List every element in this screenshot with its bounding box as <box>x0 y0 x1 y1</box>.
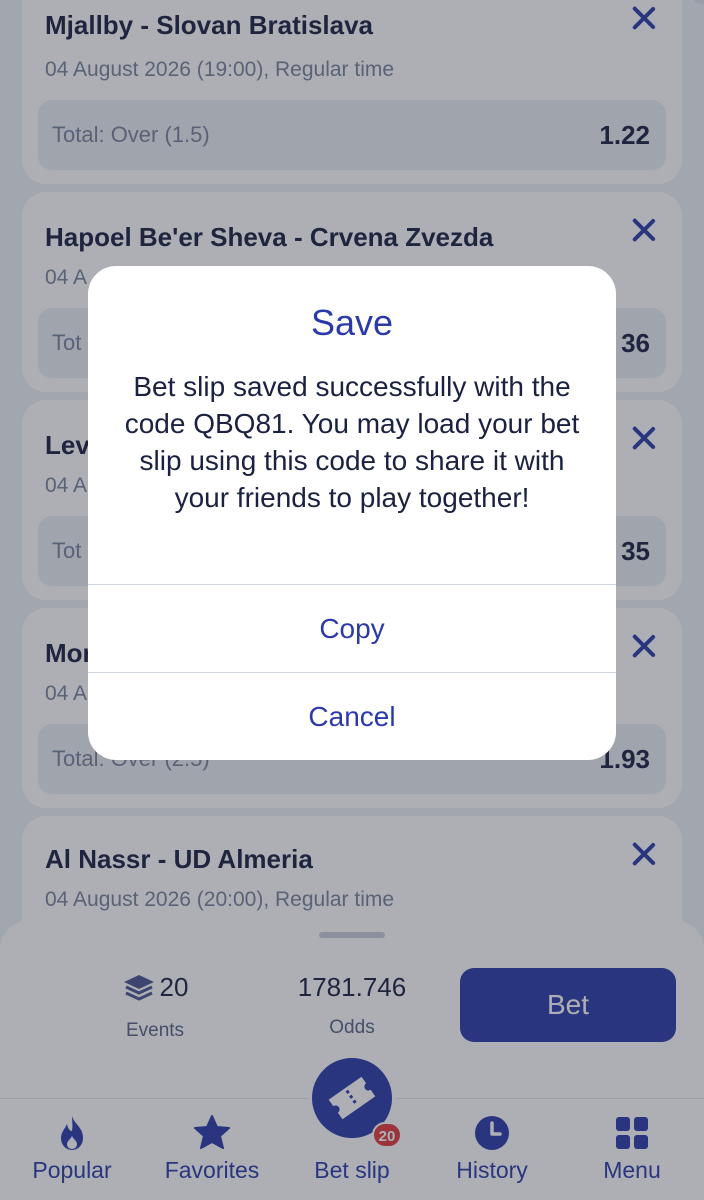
divider <box>88 672 616 673</box>
dialog-title: Save <box>310 302 394 343</box>
dialog-message: Bet slip saved successfully with the cod… <box>124 371 580 513</box>
save-dialog: Save Bet slip saved successfully with th… <box>88 266 616 760</box>
bet-slip-screen: Mjallby - Slovan Bratislava 04 August 20… <box>0 0 704 1200</box>
divider <box>88 584 616 585</box>
cancel-button[interactable]: Cancel <box>88 674 616 760</box>
copy-button[interactable]: Copy <box>88 586 616 672</box>
